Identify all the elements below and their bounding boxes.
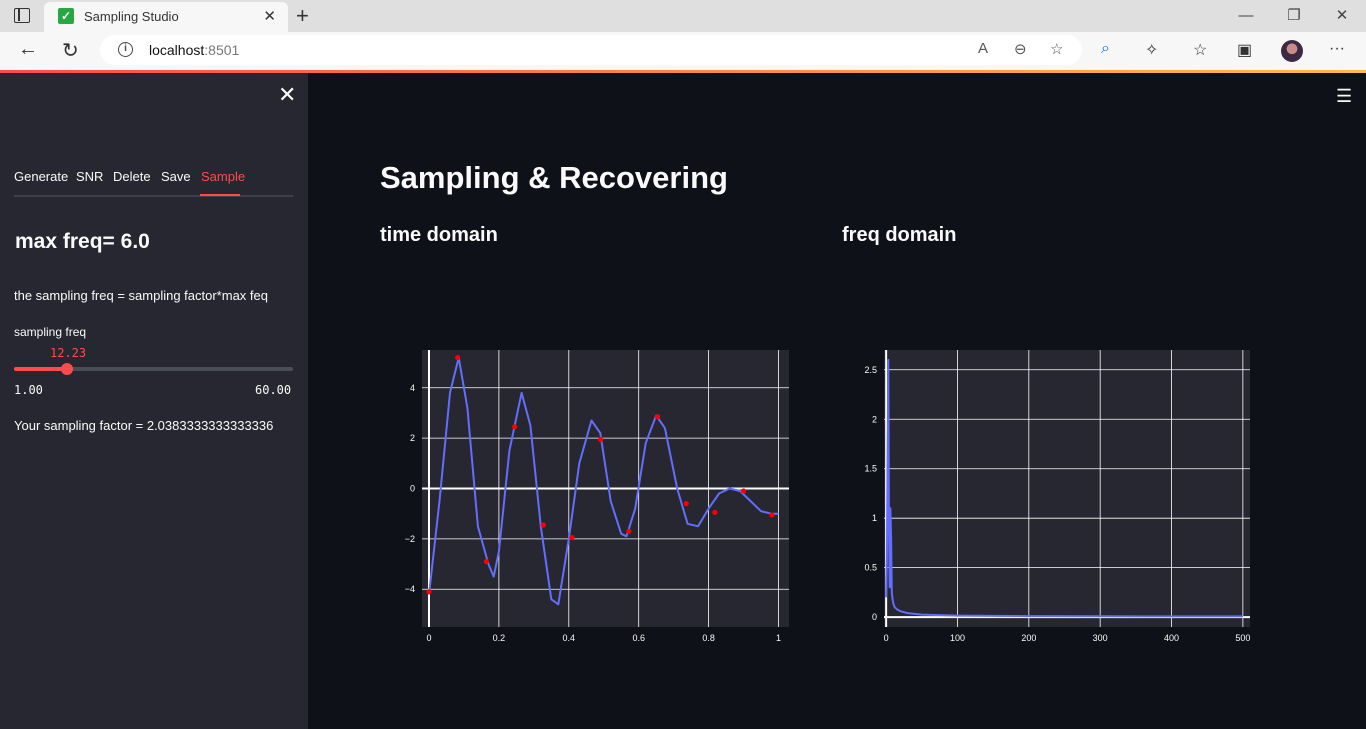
y-tick-label: 1.5 <box>864 464 877 474</box>
slider-value: 12.23 <box>50 346 87 360</box>
sample-point <box>683 501 689 507</box>
x-tick-label: 100 <box>950 633 965 643</box>
avatar[interactable] <box>1281 40 1303 62</box>
time-domain-heading: time domain <box>380 224 498 246</box>
x-tick-label: 500 <box>1235 633 1250 643</box>
browser-tab[interactable]: ✓ Sampling Studio ✕ <box>44 2 288 32</box>
x-tick-label: 300 <box>1093 633 1108 643</box>
tab-save[interactable]: Save <box>161 169 191 184</box>
tab-snr[interactable]: SNR <box>76 169 103 184</box>
minimize-icon[interactable]: — <box>1222 0 1270 32</box>
x-tick-label: 0.4 <box>563 633 576 643</box>
extensions-icon[interactable]: ✧ <box>1145 40 1158 60</box>
page-title: Sampling & Recovering <box>380 160 728 195</box>
slider-min: 1.00 <box>14 383 43 397</box>
url-text: localhost:8501 <box>149 42 240 58</box>
x-tick-label: 0.6 <box>632 633 645 643</box>
sample-point <box>540 522 546 528</box>
time-domain-chart[interactable]: 0 0.2 0.4 0.6 0.8 1 −4 −2 0 2 4 <box>400 340 800 645</box>
x-tick-label: 0 <box>426 633 431 643</box>
collections-icon[interactable]: ▣ <box>1237 40 1252 60</box>
sample-point <box>455 354 461 361</box>
sidebar: ✕ Generate SNR Delete Save Sample max fr… <box>0 73 308 729</box>
close-tab-icon[interactable]: ✕ <box>263 7 276 25</box>
x-tick-label: 400 <box>1164 633 1179 643</box>
search-icon[interactable]: ⌕ <box>1101 40 1110 58</box>
sample-point <box>654 414 661 420</box>
sampling-freq-slider[interactable] <box>14 363 293 375</box>
sample-point <box>769 512 775 518</box>
address-bar-row: ← ↻ i localhost:8501 A ⊖ ☆ ⌕ ✧ ☆ ▣ ··· <box>0 32 1366 70</box>
info-icon[interactable]: i <box>118 42 133 57</box>
tab-actions-icon[interactable] <box>14 8 30 23</box>
sidebar-tabs: Generate SNR Delete Save Sample <box>14 169 293 197</box>
refresh-icon[interactable]: ↻ <box>62 38 79 63</box>
favorite-star-icon[interactable]: ☆ <box>1050 40 1063 58</box>
zoom-out-icon[interactable]: ⊖ <box>1014 40 1027 58</box>
y-tick-label: −2 <box>405 534 415 544</box>
x-tick-label: 0.8 <box>702 633 715 643</box>
sample-point <box>426 589 432 595</box>
streamlit-check-icon: ✓ <box>58 8 74 24</box>
restore-icon[interactable]: ❐ <box>1270 0 1318 32</box>
close-window-icon[interactable]: ✕ <box>1318 0 1366 32</box>
read-aloud-icon[interactable]: A <box>978 40 988 57</box>
freq-domain-chart[interactable]: 0 100 200 300 400 500 0 0.5 1 1.5 2 2.5 <box>850 340 1270 645</box>
x-tick-label: 1 <box>776 633 781 643</box>
close-sidebar-icon[interactable]: ✕ <box>278 82 296 108</box>
y-tick-label: 0 <box>410 484 415 494</box>
new-tab-icon[interactable]: + <box>296 3 309 29</box>
x-tick-label: 0.2 <box>493 633 506 643</box>
y-tick-label: 4 <box>410 383 415 393</box>
slider-thumb[interactable] <box>61 363 74 375</box>
tab-generate[interactable]: Generate <box>14 169 68 184</box>
sample-point <box>712 509 718 516</box>
y-tick-label: 0 <box>872 612 877 622</box>
tab-sample[interactable]: Sample <box>201 169 245 184</box>
slider-max: 60.00 <box>255 383 292 397</box>
browser-tab-title: Sampling Studio <box>84 9 179 24</box>
freq-domain-heading: freq domain <box>842 224 957 246</box>
window-controls: — ❐ ✕ <box>1222 0 1366 32</box>
sample-point <box>569 535 575 541</box>
favorites-icon[interactable]: ☆ <box>1193 40 1207 60</box>
y-tick-label: −4 <box>405 584 415 594</box>
hamburger-menu-icon[interactable]: ☰ <box>1336 86 1352 107</box>
slider-label: sampling freq <box>14 325 87 339</box>
more-icon[interactable]: ··· <box>1329 40 1345 58</box>
sample-point <box>512 424 518 430</box>
sample-point <box>598 436 604 442</box>
sampling-note: the sampling freq = sampling factor*max … <box>14 288 268 303</box>
plot-area <box>884 350 1250 627</box>
back-arrow-icon[interactable]: ← <box>18 38 38 61</box>
y-tick-label: 1 <box>872 513 877 523</box>
sample-point <box>483 558 489 565</box>
max-freq-heading: max freq= 6.0 <box>15 230 150 253</box>
slider-fill <box>14 367 68 371</box>
y-tick-label: 2 <box>410 433 415 443</box>
x-tick-label: 0 <box>884 633 889 643</box>
active-tab-indicator <box>200 194 240 196</box>
x-tick-label: 200 <box>1021 633 1036 643</box>
y-tick-label: 2.5 <box>864 365 877 375</box>
y-tick-label: 2 <box>872 414 877 424</box>
sampling-factor-text: Your sampling factor = 2.038333333333333… <box>14 418 274 433</box>
y-tick-label: 0.5 <box>864 563 877 573</box>
browser-tab-strip: ✓ Sampling Studio ✕ + — ❐ ✕ <box>0 0 1366 32</box>
sample-point <box>626 528 632 534</box>
tab-delete[interactable]: Delete <box>113 169 151 184</box>
url-field[interactable]: i localhost:8501 A ⊖ ☆ <box>100 35 1082 65</box>
sample-point <box>740 488 747 494</box>
